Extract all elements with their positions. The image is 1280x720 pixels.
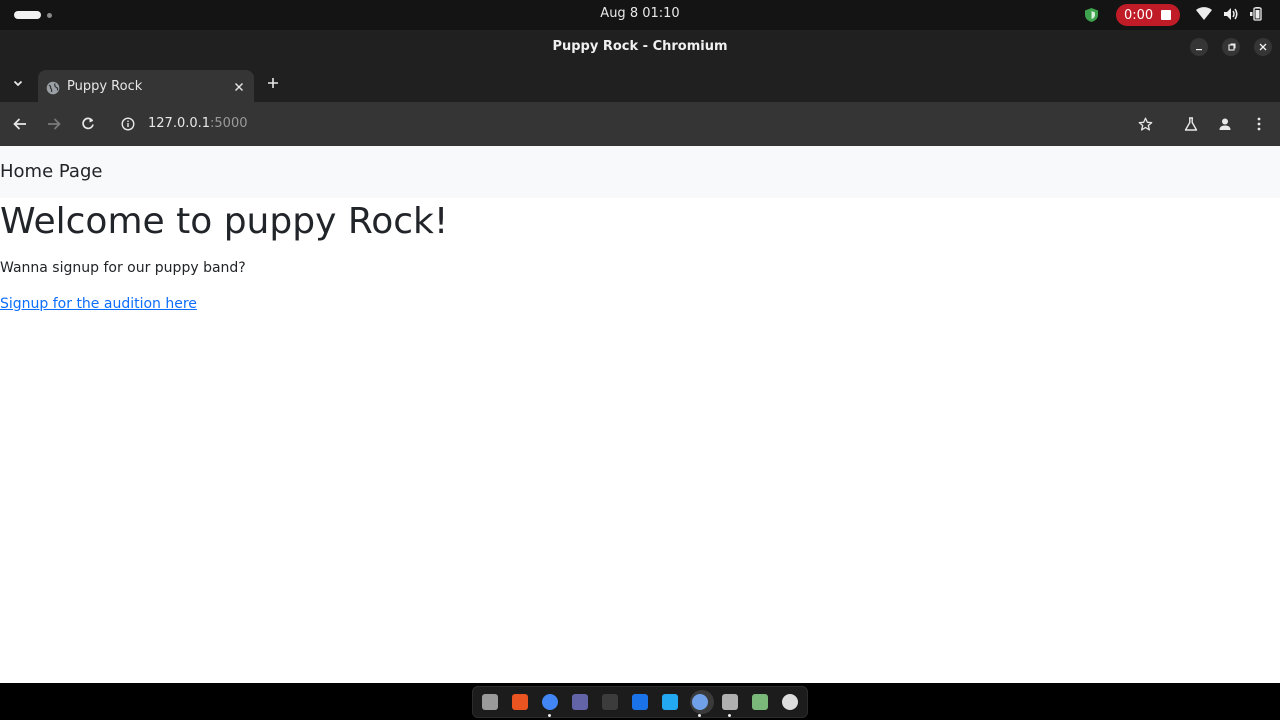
site-info-icon[interactable] [121, 117, 135, 131]
tab-puppy-rock[interactable]: Puppy Rock [38, 70, 254, 102]
security-shield-icon[interactable] [1085, 8, 1098, 22]
wifi-icon [1196, 7, 1212, 21]
reload-icon [82, 117, 94, 130]
arrow-right-icon [48, 118, 61, 130]
running-app-indicator [728, 714, 731, 717]
page-navbar: Home Page [0, 146, 1280, 198]
workspace-indicator [47, 12, 52, 18]
status-icons[interactable] [1196, 7, 1264, 21]
trash-icon[interactable] [752, 694, 768, 710]
recording-time: 0:00 [1124, 7, 1154, 23]
application-dock [472, 686, 808, 718]
back-button[interactable] [12, 116, 28, 132]
labs-button[interactable] [1183, 116, 1199, 132]
tab-title: Puppy Rock [67, 79, 143, 94]
running-app-indicator [698, 714, 701, 717]
signup-audition-link[interactable]: Signup for the audition here [0, 296, 197, 312]
battery-icon [1250, 7, 1262, 21]
workspace-active-indicator [14, 11, 41, 19]
star-icon [1138, 117, 1152, 131]
url-host: 127.0.0.1 [148, 116, 211, 131]
close-window-button[interactable] [1254, 38, 1272, 56]
chromium-icon[interactable] [692, 694, 708, 710]
taskbar [0, 683, 1280, 720]
close-icon [235, 83, 243, 91]
stop-recording-icon [1161, 10, 1172, 20]
profile-button[interactable] [1217, 116, 1233, 132]
app-center-icon[interactable] [512, 694, 528, 710]
chevron-down-icon [13, 80, 23, 87]
restore-icon [1228, 43, 1236, 51]
forward-button[interactable] [46, 116, 62, 132]
maximize-button[interactable] [1222, 38, 1240, 56]
screenshot-tool-icon[interactable] [722, 694, 738, 710]
close-icon [1259, 43, 1267, 51]
flask-icon [1184, 117, 1198, 131]
tab-search-button[interactable] [10, 75, 26, 91]
minimize-icon [1196, 49, 1202, 51]
teams-icon[interactable] [572, 694, 588, 710]
running-app-indicator [548, 714, 551, 717]
arrow-left-icon [13, 118, 26, 130]
terminal-icon[interactable] [602, 694, 618, 710]
page-viewport: Home Page Welcome to puppy Rock! Wanna s… [0, 146, 1280, 683]
address-bar[interactable]: 127.0.0.1:5000 [110, 108, 1160, 140]
files-icon[interactable] [482, 694, 498, 710]
user-avatar-icon [1219, 118, 1231, 130]
more-vertical-icon [1257, 117, 1261, 131]
plus-icon [268, 78, 278, 88]
page-heading: Welcome to puppy Rock! [0, 201, 449, 242]
tab-strip: Puppy Rock [0, 64, 1280, 102]
chrome-icon[interactable] [542, 694, 558, 710]
page-intro-text: Wanna signup for our puppy band? [0, 260, 246, 276]
window-title-bar[interactable]: Puppy Rock - Chromium [0, 30, 1280, 64]
url-text[interactable]: 127.0.0.1:5000 [148, 116, 248, 131]
bookmark-button[interactable] [1137, 116, 1153, 132]
navbar-brand-link[interactable]: Home Page [0, 161, 102, 182]
thunderbird-icon[interactable] [632, 694, 648, 710]
globe-icon [46, 81, 60, 95]
tab-close-button[interactable] [232, 80, 246, 94]
activities-indicator[interactable] [14, 11, 52, 19]
system-clock[interactable]: Aug 8 01:10 [540, 6, 740, 21]
updater-icon[interactable] [782, 694, 798, 710]
system-top-bar: Aug 8 01:10 0:00 [0, 0, 1280, 30]
new-tab-button[interactable] [265, 75, 281, 91]
browser-toolbar: 127.0.0.1:5000 [0, 102, 1280, 146]
vscode-icon[interactable] [662, 694, 678, 710]
volume-icon [1224, 8, 1238, 20]
reload-button[interactable] [80, 116, 96, 132]
menu-button[interactable] [1251, 116, 1267, 132]
screen-recording-indicator[interactable]: 0:00 [1116, 4, 1180, 26]
url-port: :5000 [210, 116, 248, 131]
window-title: Puppy Rock - Chromium [552, 39, 728, 54]
minimize-button[interactable] [1190, 38, 1208, 56]
